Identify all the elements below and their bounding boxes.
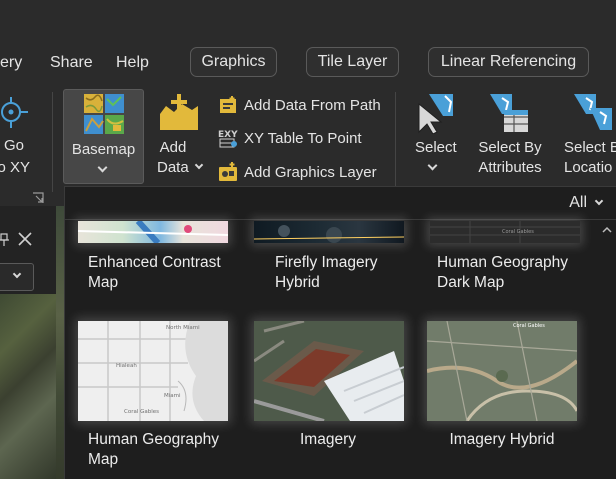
basemap-icon [84, 94, 124, 134]
dropdown[interactable] [0, 263, 34, 291]
title-bar [0, 0, 616, 42]
basemap-thumb-enhanced-contrast[interactable] [78, 221, 228, 243]
gallery-filter-dropdown[interactable]: All [569, 194, 604, 212]
basemap-thumb-imagery[interactable] [254, 321, 404, 421]
add-data-label-line1: Add [159, 139, 187, 156]
add-data-from-path-label: Add Data From Path [244, 96, 381, 114]
basemap-thumb-firefly-imagery-hybrid[interactable] [254, 221, 404, 243]
basemap-thumb-human-geography[interactable]: North Miami Hialeah Miami Coral Gables [78, 321, 228, 421]
thumb-detail [254, 321, 404, 421]
chevron-down-icon [427, 160, 438, 171]
select-by-location-button[interactable]: Select B Locatio [562, 88, 616, 188]
basemap-label-line2: Hybrid [275, 274, 320, 291]
select-by-location-label-line1: Select B [564, 139, 616, 156]
basemap-label-line1: Enhanced Contrast [88, 254, 221, 271]
tab-imagery-partial[interactable]: ery [0, 54, 22, 72]
basemap-thumb-human-geography-dark[interactable]: Coral Gables [430, 221, 580, 243]
go-to-xy-label-line1: Go [4, 137, 25, 154]
go-to-xy-button[interactable]: Go To XY [0, 88, 48, 188]
tab-tile-layer[interactable]: Tile Layer [306, 47, 399, 77]
basemap-label-line1: Human Geography [88, 431, 219, 448]
add-data-from-path-icon [218, 95, 238, 115]
select-by-attributes-button[interactable]: Select By Attributes [476, 88, 548, 188]
dialog-launcher-icon[interactable] [32, 192, 44, 204]
thumb-detail: Coral Gables [427, 321, 577, 421]
tab-help[interactable]: Help [116, 54, 149, 72]
ribbon-separator [52, 92, 53, 192]
graphics-layer-icon [218, 162, 238, 182]
basemap-label-line1: Imagery Hybrid [449, 431, 555, 448]
gallery-filter-label: All [569, 194, 587, 211]
basemap-button[interactable]: Basemap [63, 89, 144, 184]
map-label: North Miami [166, 325, 200, 331]
basemap-label: Basemap [71, 141, 136, 158]
select-by-attributes-icon [490, 94, 528, 132]
chevron-down-icon [594, 196, 604, 206]
basemap-label-line1: Human Geography [437, 254, 568, 271]
add-graphics-layer-label: Add Graphics Layer [244, 163, 377, 181]
select-by-location-label-line2: Locatio [564, 159, 613, 176]
select-by-attributes-label-line1: Select By [478, 139, 542, 156]
select-by-attributes-label-line2: Attributes [478, 159, 542, 176]
add-data-button[interactable]: Add Data [152, 88, 212, 188]
chevron-up-icon[interactable] [602, 226, 612, 234]
pin-icon[interactable] [0, 233, 10, 247]
map-label: Hialeah [116, 363, 137, 369]
basemap-label-human-geography-dark[interactable]: Human Geography Dark Map [437, 253, 607, 293]
add-data-icon [160, 94, 198, 130]
xy-table-to-point-label: XY Table To Point [244, 129, 362, 147]
thumb-detail [254, 225, 404, 243]
gallery-scrollbar[interactable] [598, 221, 616, 479]
chevron-down-icon [97, 162, 108, 173]
map-label: Coral Gables [124, 409, 159, 415]
map-view-partial [0, 294, 56, 479]
basemap-thumb-imagery-hybrid[interactable]: Coral Gables [427, 321, 577, 421]
basemap-label-line2: Map [88, 274, 119, 291]
xy-table-to-point-button[interactable]: EXY XY Table To Point [218, 126, 362, 150]
basemap-label-line2: Map [88, 451, 119, 468]
basemap-label-line2: Dark Map [437, 274, 505, 291]
map-label: Coral Gables [502, 229, 534, 235]
basemap-label-firefly-imagery-hybrid[interactable]: Firefly Imagery Hybrid [275, 253, 445, 293]
xy-table-icon: EXY [218, 128, 238, 148]
basemap-label-imagery-hybrid[interactable]: Imagery Hybrid [417, 430, 587, 450]
basemap-label-line1: Imagery [300, 431, 356, 448]
select-button[interactable]: Select [407, 88, 463, 188]
select-cursor-icon [418, 94, 453, 134]
chevron-down-icon [194, 160, 204, 170]
crosshair-icon [1, 97, 28, 128]
go-to-xy-label-line2: To XY [0, 159, 31, 176]
basemap-gallery: All Coral Gables Enhanced Contrast Map F… [64, 186, 616, 479]
tab-linear-referencing[interactable]: Linear Referencing [428, 47, 589, 77]
thumb-detail: North Miami Hialeah Miami Coral Gables [78, 321, 228, 421]
ribbon-separator [395, 92, 396, 192]
chevron-down-icon [12, 269, 22, 279]
gallery-header: All [65, 187, 616, 220]
basemap-label-enhanced-contrast[interactable]: Enhanced Contrast Map [88, 253, 258, 293]
thumb-detail [78, 221, 228, 243]
map-label: Miami [164, 393, 181, 399]
map-label: Coral Gables [513, 323, 545, 329]
basemap-label-human-geography[interactable]: Human Geography Map [88, 430, 258, 470]
tab-graphics[interactable]: Graphics [190, 47, 277, 77]
add-data-label-line2: Data [157, 159, 189, 176]
thumb-detail: Coral Gables [430, 221, 580, 243]
basemap-label-imagery[interactable]: Imagery [243, 430, 413, 450]
select-by-location-icon [574, 94, 612, 130]
basemap-label-line1: Firefly Imagery [275, 254, 378, 271]
select-label: Select [415, 139, 457, 156]
tab-share[interactable]: Share [50, 54, 93, 72]
add-data-from-path-button[interactable]: Add Data From Path [218, 93, 381, 117]
close-icon[interactable] [18, 232, 32, 246]
ribbon-tab-bar: ery Share Help Graphics Tile Layer Linea… [0, 42, 616, 88]
map-view-edge [56, 206, 64, 479]
add-graphics-layer-button[interactable]: Add Graphics Layer [218, 160, 377, 184]
